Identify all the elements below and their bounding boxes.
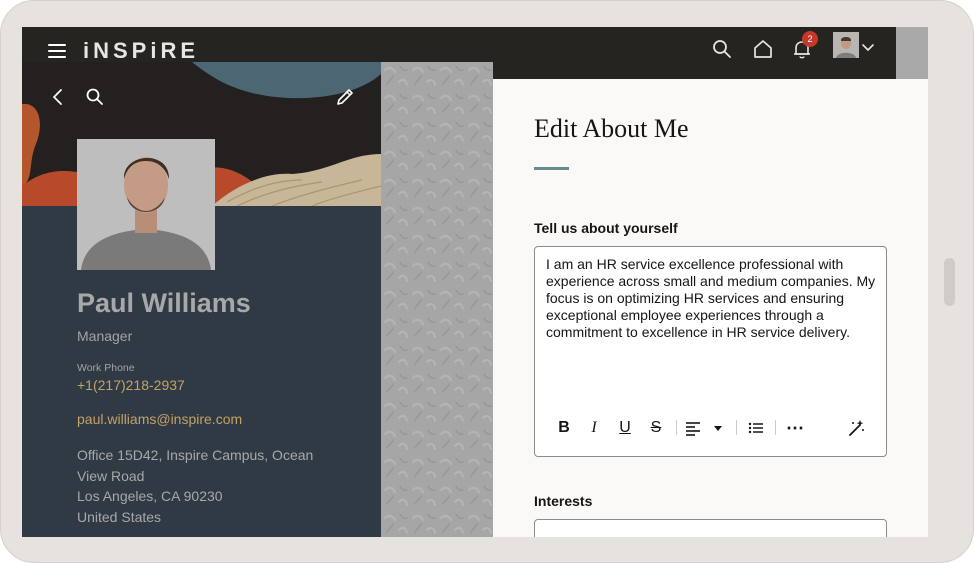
- search-icon[interactable]: [710, 37, 734, 61]
- office-address: Office 15D42, Inspire Campus, Ocean View…: [77, 445, 327, 527]
- pencil-icon[interactable]: [334, 86, 356, 108]
- topbar-edge: [896, 27, 928, 79]
- caret-down-icon[interactable]: [710, 418, 726, 438]
- tablet-frame: iNSPiRE 2 Paul Williams Manager Work Pho…: [0, 0, 974, 563]
- toolbar-divider: [736, 420, 737, 435]
- work-phone-label: Work Phone: [77, 362, 135, 374]
- page-title: Edit About Me: [534, 114, 689, 143]
- chevron-down-icon[interactable]: [860, 39, 876, 55]
- background-texture: [381, 62, 493, 537]
- notification-badge: 2: [802, 31, 818, 47]
- rich-text-toolbar: B I U S ⋯: [535, 415, 886, 441]
- profile-name: Paul Williams: [77, 288, 251, 318]
- about-me-rich-text-editor[interactable]: I am an HR service excellence profession…: [534, 246, 887, 457]
- chevron-left-icon[interactable]: [47, 86, 69, 108]
- align-left-icon[interactable]: [683, 418, 703, 438]
- device-side-button: [944, 258, 955, 306]
- bulleted-list-icon[interactable]: [746, 418, 766, 438]
- italic-button[interactable]: I: [584, 418, 604, 438]
- about-field-label: Tell us about yourself: [534, 220, 678, 236]
- more-options-button[interactable]: ⋯: [783, 418, 807, 438]
- interests-field-label: Interests: [534, 493, 593, 509]
- profile-job-title: Manager: [77, 328, 133, 344]
- address-line: United States: [77, 508, 162, 525]
- work-phone-link[interactable]: +1(217)218-2937: [77, 377, 185, 393]
- toolbar-divider: [676, 420, 677, 435]
- address-line: View Road: [77, 467, 145, 484]
- search-icon[interactable]: [84, 86, 106, 108]
- address-line: Los Angeles, CA 90230: [77, 488, 223, 504]
- profile-card: Paul Williams Manager Work Phone +1(217)…: [22, 62, 381, 537]
- about-me-text[interactable]: I am an HR service excellence profession…: [546, 256, 879, 341]
- address-line: Office 15D42, Inspire Campus, Ocean: [77, 447, 314, 463]
- hamburger-menu-icon[interactable]: [48, 44, 66, 58]
- strikethrough-button[interactable]: S: [646, 418, 666, 438]
- edit-about-me-drawer: Edit About Me Tell us about yourself I a…: [493, 79, 928, 537]
- avatar[interactable]: [833, 32, 859, 58]
- underline-button[interactable]: U: [615, 418, 635, 438]
- toolbar-divider: [775, 420, 776, 435]
- email-link[interactable]: paul.williams@inspire.com: [77, 411, 242, 427]
- profile-photo: [77, 139, 215, 270]
- home-icon[interactable]: [751, 37, 775, 61]
- magic-wand-icon[interactable]: [846, 418, 866, 438]
- interests-input[interactable]: [534, 519, 887, 537]
- app-screen: iNSPiRE 2 Paul Williams Manager Work Pho…: [22, 27, 928, 537]
- title-accent-rule: [534, 167, 569, 170]
- bold-button[interactable]: B: [554, 418, 574, 438]
